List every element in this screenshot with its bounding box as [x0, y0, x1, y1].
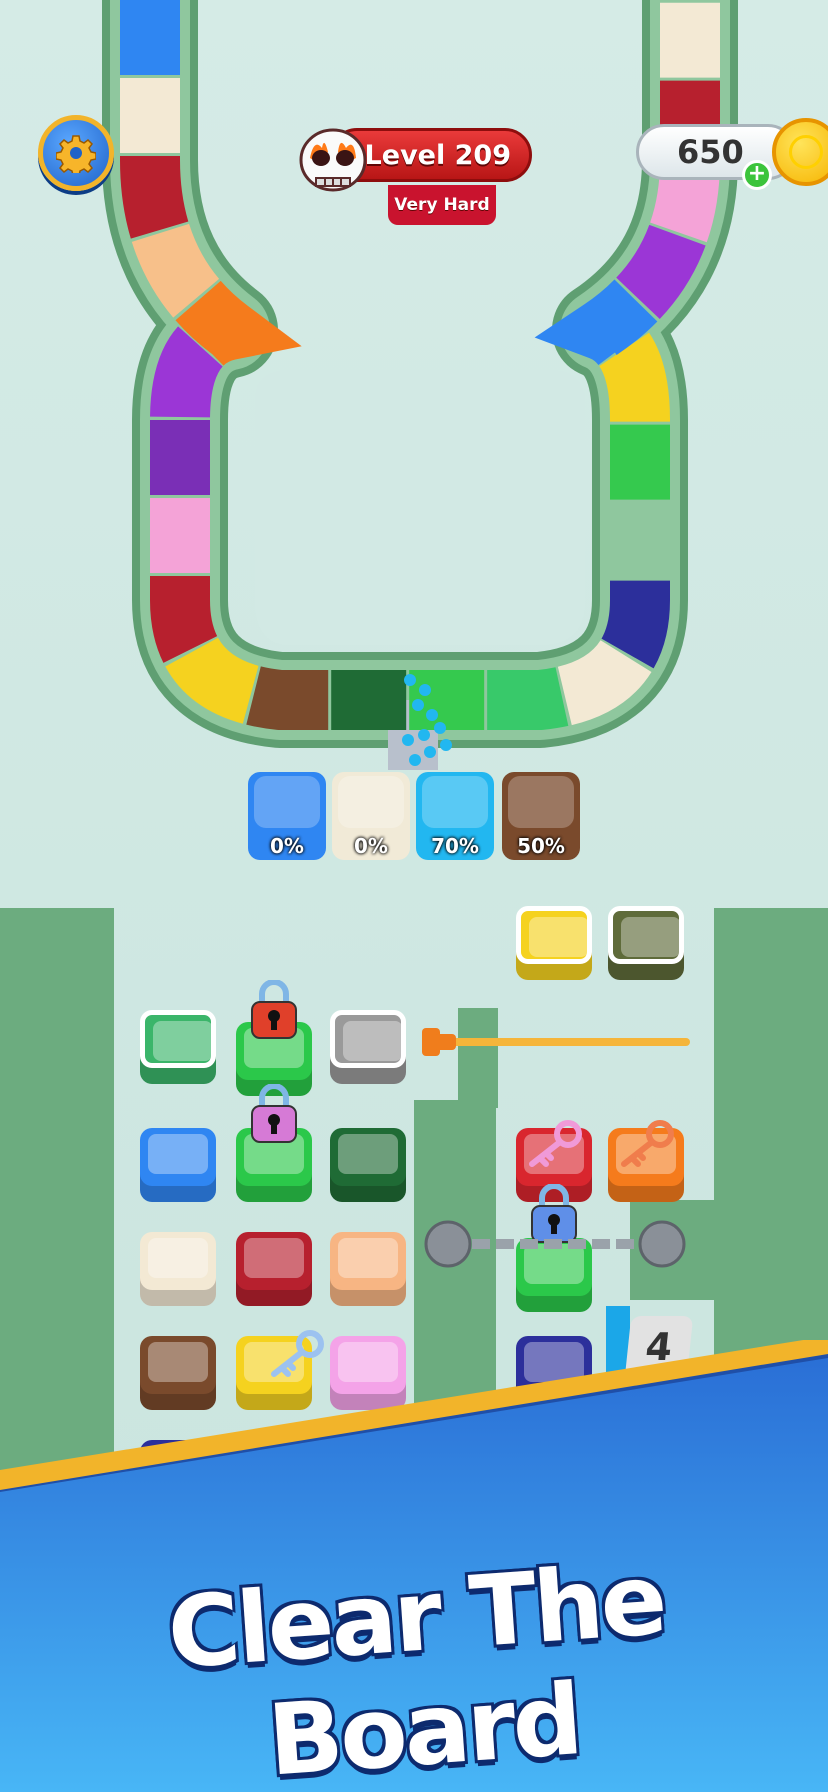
difficulty-badge: Very Hard [388, 185, 496, 225]
color-tile[interactable] [330, 1128, 406, 1202]
color-tile[interactable] [608, 906, 684, 980]
collector-cup: 70% [416, 772, 494, 860]
flaming-skull-icon [299, 128, 367, 192]
key-icon [621, 1120, 674, 1167]
color-tile[interactable] [140, 1010, 216, 1084]
collector-percent: 70% [431, 834, 479, 858]
chain-icon [424, 1220, 686, 1268]
conveyor-belt [102, 0, 738, 770]
color-tile[interactable] [140, 1128, 216, 1202]
collector-percent: 0% [354, 834, 388, 858]
bead [434, 722, 446, 734]
bead [404, 674, 416, 686]
collector-cup: 0% [248, 772, 326, 860]
padlock-icon [251, 980, 297, 1039]
bead [418, 729, 430, 741]
collector-cup: 0% [332, 772, 410, 860]
pull-pin-icon[interactable] [420, 1022, 700, 1062]
collector-percent: 50% [517, 834, 565, 858]
bead [426, 709, 438, 721]
color-tile[interactable] [330, 1232, 406, 1306]
color-tile[interactable] [516, 906, 592, 980]
collector-percent: 0% [270, 834, 304, 858]
bead [409, 754, 421, 766]
add-coins-button[interactable]: + [742, 160, 772, 190]
game-screen: Level 209 Very Hard 650 + 0% 0% 70% 50% 4 [0, 0, 828, 1792]
plus-icon: + [747, 161, 767, 186]
settings-button[interactable] [38, 115, 114, 191]
color-tile[interactable] [330, 1010, 406, 1084]
collector-cup: 50% [502, 772, 580, 860]
color-tile[interactable] [236, 1232, 312, 1306]
key-icon [529, 1120, 582, 1167]
gear-icon [56, 135, 96, 173]
bead [419, 684, 431, 696]
bead [402, 734, 414, 746]
color-tile[interactable] [140, 1232, 216, 1306]
bead [424, 746, 436, 758]
padlock-icon [251, 1084, 297, 1143]
bead [412, 699, 424, 711]
bead [440, 739, 452, 751]
